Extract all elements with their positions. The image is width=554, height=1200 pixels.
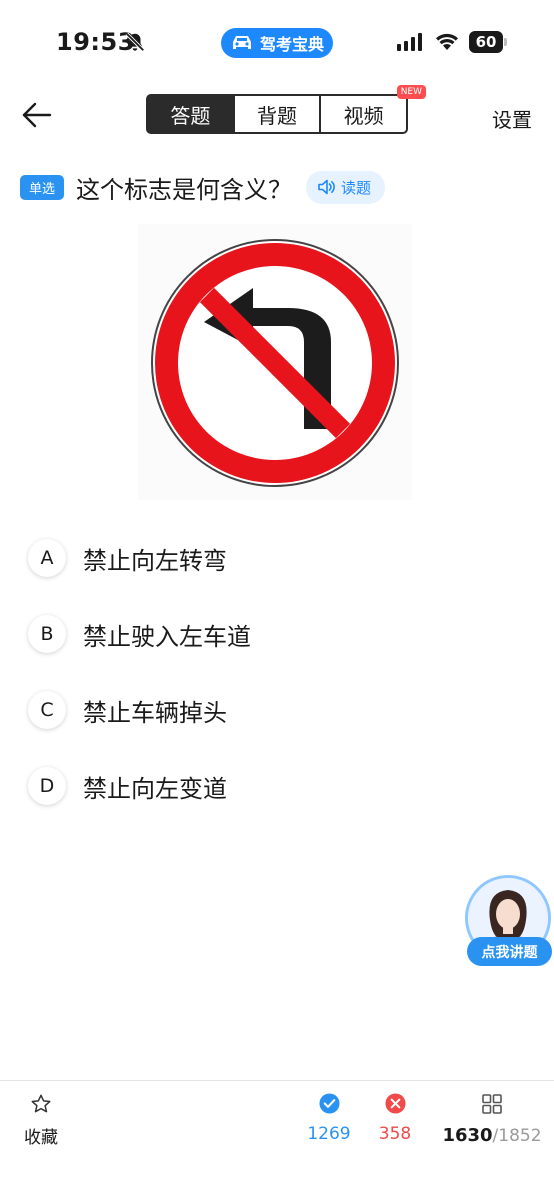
- option-a[interactable]: A 禁止向左转弯: [28, 532, 528, 584]
- progress-text: 1630/1852: [440, 1125, 544, 1146]
- status-bar: 19:53 驾考宝典 60: [0, 0, 554, 84]
- tab-video[interactable]: 视频 NEW: [319, 85, 427, 132]
- question-type-tag: 单选: [20, 174, 65, 200]
- option-c[interactable]: C 禁止车辆掉头: [28, 684, 528, 736]
- battery-icon: 60: [469, 31, 507, 53]
- battery-level: 60: [469, 31, 503, 53]
- favorite-button[interactable]: 收藏: [22, 1093, 60, 1148]
- check-circle-icon: [318, 1093, 340, 1114]
- wifi-icon: [436, 33, 458, 50]
- explain-helper-button[interactable]: 点我讲题: [462, 873, 552, 969]
- app-name-pill[interactable]: 驾考宝典: [221, 28, 333, 58]
- tab-recite[interactable]: 背题: [232, 96, 320, 132]
- question-row: 单选 这个标志是何含义？ 读题: [20, 168, 540, 206]
- new-badge: NEW: [396, 85, 427, 99]
- grid-icon: [482, 1094, 502, 1114]
- read-question-label: 读题: [341, 178, 372, 197]
- option-letter: D: [28, 767, 66, 805]
- bell-off-icon: [125, 32, 145, 52]
- wrong-count-button[interactable]: 358: [374, 1093, 416, 1144]
- option-text: 禁止向左转弯: [83, 546, 227, 575]
- read-question-button[interactable]: 读题: [306, 170, 386, 204]
- tab-video-label: 视频: [343, 103, 384, 128]
- option-letter: B: [28, 615, 66, 653]
- wrong-count: 358: [378, 1124, 412, 1144]
- tab-answer-label: 答题: [170, 103, 211, 128]
- option-text: 禁止驶入左车道: [83, 622, 251, 651]
- question-image: [138, 224, 412, 500]
- arrow-left-icon[interactable]: [20, 100, 54, 130]
- tab-answer[interactable]: 答题: [148, 96, 233, 132]
- option-text: 禁止车辆掉头: [83, 698, 227, 727]
- car-icon: [232, 36, 251, 49]
- favorite-label: 收藏: [24, 1128, 58, 1148]
- option-b[interactable]: B 禁止驶入左车道: [28, 608, 528, 660]
- battery-cap: [504, 38, 507, 46]
- app-name: 驾考宝典: [259, 35, 324, 54]
- speaker-icon: [318, 179, 335, 195]
- bottom-bar: 收藏 1269 358 1630/1852: [0, 1080, 554, 1200]
- x-circle-icon: [384, 1093, 406, 1114]
- option-letter: C: [28, 691, 66, 729]
- correct-count: 1269: [307, 1124, 351, 1144]
- option-letter: A: [28, 539, 66, 577]
- star-icon: [31, 1094, 51, 1113]
- settings-button[interactable]: 设置: [492, 104, 532, 133]
- screen: 19:53 驾考宝典 60 答题 背题 视频 NEW 设置 单选 这个标志是何含…: [0, 0, 554, 1200]
- signal-icon: [397, 33, 422, 51]
- tab-recite-label: 背题: [257, 103, 297, 128]
- helper-label: 点我讲题: [467, 937, 552, 966]
- option-text: 禁止向左变道: [83, 774, 227, 803]
- answer-options: A 禁止向左转弯 B 禁止驶入左车道 C 禁止车辆掉头 D 禁止向左变道: [28, 532, 528, 836]
- question-text: 这个标志是何含义？: [76, 175, 293, 204]
- no-left-turn-sign-icon: [151, 239, 399, 487]
- question-index-button[interactable]: 1630/1852: [440, 1093, 544, 1146]
- total-question-count: /1852: [492, 1126, 542, 1146]
- current-question-number: 1630: [442, 1125, 493, 1146]
- option-d[interactable]: D 禁止向左变道: [28, 760, 528, 812]
- nav-bar: 答题 背题 视频 NEW 设置: [0, 84, 554, 146]
- mode-tabs: 答题 背题 视频 NEW: [146, 85, 427, 134]
- correct-count-button[interactable]: 1269: [307, 1093, 351, 1144]
